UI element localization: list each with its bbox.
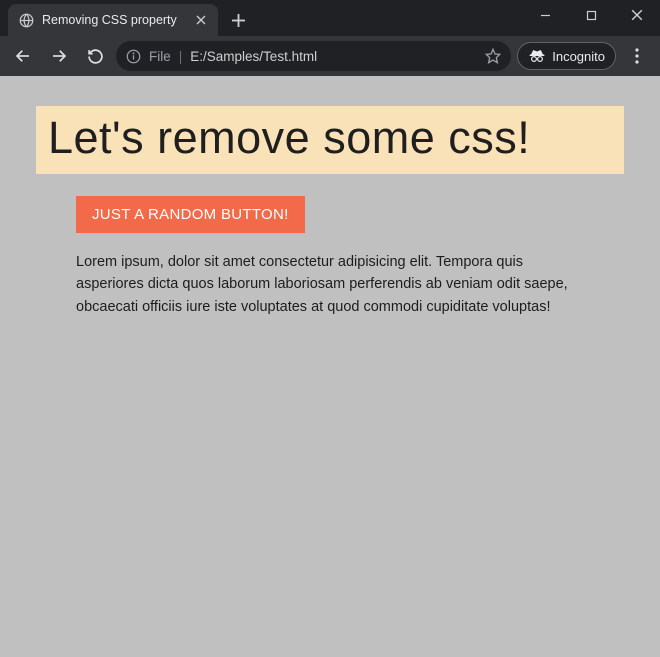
minimize-button[interactable] xyxy=(522,0,568,30)
body-paragraph: Lorem ipsum, dolor sit amet consectetur … xyxy=(76,251,586,318)
forward-button[interactable] xyxy=(44,41,74,71)
page-viewport: Let's remove some css! JUST A RANDOM BUT… xyxy=(0,76,660,657)
url-divider: | xyxy=(179,49,183,64)
close-tab-icon[interactable] xyxy=(194,13,208,27)
browser-toolbar: File | E:/Samples/Test.html Incognito xyxy=(0,36,660,76)
incognito-badge[interactable]: Incognito xyxy=(517,42,616,70)
globe-icon xyxy=(18,12,34,28)
info-icon[interactable] xyxy=(126,49,141,64)
close-window-button[interactable] xyxy=(614,0,660,30)
back-button[interactable] xyxy=(8,41,38,71)
url-text: E:/Samples/Test.html xyxy=(190,49,317,64)
reload-button[interactable] xyxy=(80,41,110,71)
page-heading: Let's remove some css! xyxy=(36,106,624,174)
new-tab-button[interactable] xyxy=(224,6,252,34)
browser-tab-active[interactable]: Removing CSS property xyxy=(8,4,218,36)
address-bar[interactable]: File | E:/Samples/Test.html xyxy=(116,41,511,71)
maximize-button[interactable] xyxy=(568,0,614,30)
incognito-icon xyxy=(528,49,546,63)
content-body: JUST A RANDOM BUTTON! Lorem ipsum, dolor… xyxy=(36,174,624,318)
url-scheme-label: File xyxy=(149,49,171,64)
bookmark-star-icon[interactable] xyxy=(485,48,501,64)
menu-button[interactable] xyxy=(622,41,652,71)
window-titlebar: Removing CSS property xyxy=(0,0,660,36)
tab-title: Removing CSS property xyxy=(42,13,177,27)
window-controls xyxy=(522,0,660,30)
random-button[interactable]: JUST A RANDOM BUTTON! xyxy=(76,196,305,233)
incognito-label: Incognito xyxy=(552,49,605,64)
